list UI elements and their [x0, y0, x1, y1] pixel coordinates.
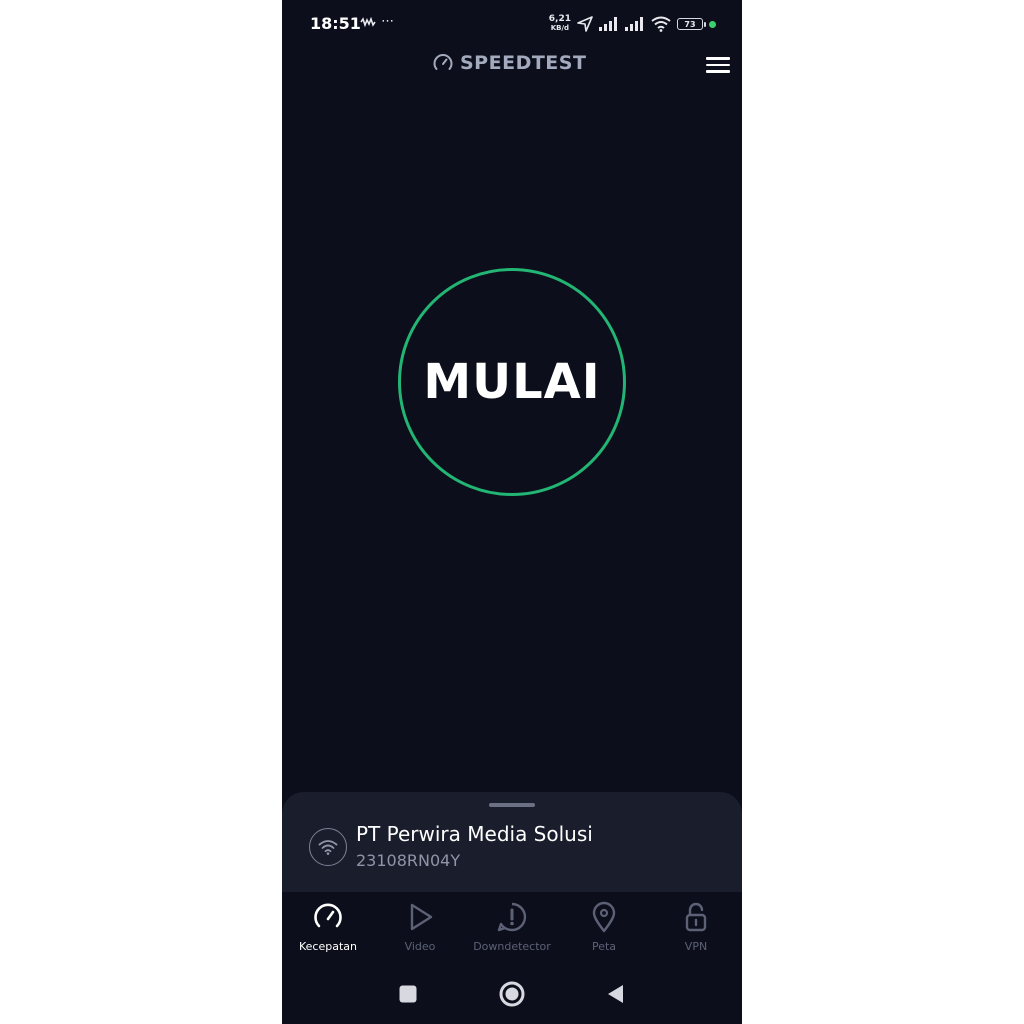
wifi-icon: [651, 16, 671, 32]
signal-strength-icon: [599, 17, 617, 31]
nav-item-kecepatan[interactable]: Kecepatan: [282, 892, 374, 964]
nav-label: VPN: [684, 940, 708, 953]
nav-label: Downdetector: [473, 940, 551, 953]
recents-square-icon[interactable]: [394, 980, 422, 1008]
play-icon: [403, 900, 437, 934]
menu-bar: [706, 57, 730, 60]
speedometer-icon: [311, 900, 345, 934]
map-pin-icon: [587, 900, 621, 934]
more-notifications-icon: ⋯: [381, 14, 396, 29]
status-right-icons: 6,21 KB/d 73: [549, 12, 716, 36]
nav-label: Kecepatan: [299, 940, 357, 953]
status-notification-icons: ⋯: [360, 14, 395, 29]
nav-item-peta[interactable]: Peta: [558, 892, 650, 964]
menu-bar: [706, 63, 730, 67]
connection-sheet[interactable]: PT Perwira Media Solusi 23108RN04Y: [282, 792, 742, 892]
net-speed: 6,21 KB/d: [549, 15, 571, 33]
menu-bar: [706, 70, 730, 73]
back-triangle-icon[interactable]: [602, 980, 630, 1008]
provider-name: PT Perwira Media Solusi: [356, 822, 593, 846]
bottom-nav: Kecepatan Video Downdetector Peta VPN: [282, 892, 742, 964]
nav-item-downdetector[interactable]: Downdetector: [466, 892, 558, 964]
brand-logo: SPEEDTEST: [432, 52, 586, 74]
location-arrow-icon: [577, 16, 593, 32]
start-label: MULAI: [423, 354, 601, 410]
privacy-indicator-dot: [709, 20, 716, 28]
device-model: 23108RN04Y: [356, 851, 461, 870]
connection-wifi-icon: [309, 828, 347, 866]
status-bar: 18:51 ⋯ 6,21 KB/d 73: [282, 0, 742, 48]
brand-name: SPEEDTEST: [460, 52, 587, 74]
battery-icon: 73: [677, 18, 706, 30]
alert-bubble-icon: [495, 900, 529, 934]
app-header: SPEEDTEST: [282, 48, 742, 82]
unlocked-padlock-icon: [679, 900, 713, 934]
nav-item-vpn[interactable]: VPN: [650, 892, 742, 964]
signal-strength-icon-2: [625, 17, 643, 31]
home-circle-icon[interactable]: [498, 980, 526, 1008]
system-nav-bar: [282, 964, 742, 1024]
nav-item-video[interactable]: Video: [374, 892, 466, 964]
battery-level: 73: [684, 19, 696, 29]
net-speed-unit: KB/d: [550, 24, 570, 32]
hamburger-menu-icon[interactable]: [706, 52, 734, 78]
speedometer-logo-icon: [433, 54, 453, 70]
sheet-drag-handle[interactable]: [489, 803, 535, 807]
phone-screen: 18:51 ⋯ 6,21 KB/d 73 SPEEDTEST MULAI PT …: [282, 0, 742, 1024]
voicemail-wave-icon: [360, 16, 376, 27]
status-time: 18:51: [310, 14, 361, 33]
nav-label: Peta: [591, 940, 617, 953]
start-test-button[interactable]: MULAI: [398, 268, 626, 496]
net-speed-value: 6,21: [548, 14, 571, 24]
nav-label: Video: [404, 940, 436, 953]
